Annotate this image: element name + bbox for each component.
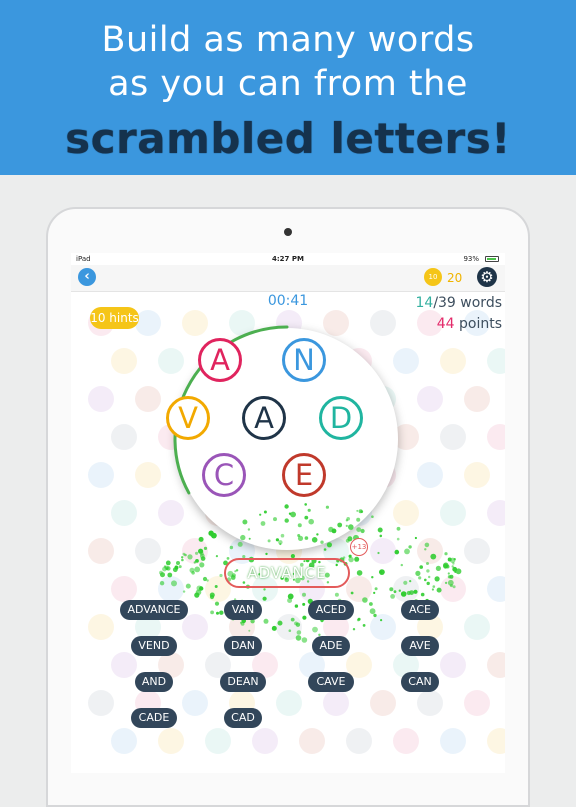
status-time: 4:27 PM [272, 255, 304, 263]
background-dot [111, 424, 137, 450]
battery-icon [485, 256, 499, 262]
background-dot [276, 614, 302, 640]
found-word-banner: ADVANCE [224, 558, 350, 588]
background-dot [464, 690, 490, 716]
words-counter: 14/39 words [415, 295, 502, 311]
background-dot [111, 652, 137, 678]
coin-icon: 10 [424, 268, 442, 286]
background-dot [182, 690, 208, 716]
found-word-chip[interactable]: AND [135, 672, 173, 692]
background-dot [417, 538, 443, 564]
background-dot [487, 500, 505, 526]
background-dot [299, 728, 325, 754]
background-dot [158, 728, 184, 754]
background-dot [440, 424, 466, 450]
points-value: 44 [436, 316, 455, 332]
words-total: /39 words [433, 295, 502, 311]
found-word-chip[interactable]: DEAN [220, 672, 266, 692]
camera-icon [284, 228, 292, 236]
banner-line-2: as you can from the [108, 64, 468, 104]
game-screen: iPad 4:27 PM 93% ‹ 10 20 ⚙ 00:41 10 hint… [71, 253, 505, 773]
background-dot [487, 576, 505, 602]
found-word-chip[interactable]: AVE [401, 636, 439, 656]
background-dot [487, 424, 505, 450]
found-word-chip[interactable]: CAVE [308, 672, 354, 692]
letter-tile[interactable]: N [282, 338, 326, 382]
background-dot [393, 728, 419, 754]
found-word-chip[interactable]: CAD [224, 708, 262, 728]
background-dot [182, 614, 208, 640]
background-dot [440, 576, 466, 602]
background-dot [205, 728, 231, 754]
settings-button[interactable]: ⚙ [477, 267, 497, 287]
background-dot [464, 614, 490, 640]
background-dot [440, 652, 466, 678]
found-word-chip[interactable]: CADE [131, 708, 177, 728]
background-dot [111, 500, 137, 526]
background-dot [440, 500, 466, 526]
background-dot [323, 690, 349, 716]
letter-tile[interactable]: A [198, 338, 242, 382]
letter-tile[interactable]: D [319, 396, 363, 440]
background-dot [464, 538, 490, 564]
background-dot [440, 348, 466, 374]
chevron-left-icon: ‹ [84, 269, 90, 284]
background-dot [487, 728, 505, 754]
background-dot [111, 348, 137, 374]
found-word-chip[interactable]: ACE [401, 600, 439, 620]
battery-percent: 93% [463, 255, 479, 263]
promo-banner: Build as many words as you can from the … [0, 0, 576, 175]
banner-line-1: Build as many words [101, 20, 475, 60]
background-dot [346, 576, 372, 602]
background-dot [111, 576, 137, 602]
background-dot [487, 348, 505, 374]
background-dot [464, 462, 490, 488]
background-dot [417, 462, 443, 488]
found-word-chip[interactable]: ADVANCE [120, 600, 188, 620]
background-dot [417, 690, 443, 716]
background-dot [88, 462, 114, 488]
found-word-chip[interactable]: ADE [312, 636, 350, 656]
banner-line-3: scrambled letters! [65, 114, 511, 163]
background-dot [252, 728, 278, 754]
words-found: 14 [415, 295, 434, 311]
hints-button[interactable]: 10 hints [90, 307, 139, 329]
status-bar: iPad 4:27 PM 93% [71, 253, 505, 265]
background-dot [276, 690, 302, 716]
background-dot [370, 690, 396, 716]
background-dot [158, 576, 184, 602]
background-dot [88, 386, 114, 412]
found-word-chip[interactable]: VEND [131, 636, 177, 656]
background-dot [135, 310, 161, 336]
background-dot [393, 576, 419, 602]
found-word-chip[interactable]: ACED [308, 600, 354, 620]
top-toolbar: ‹ 10 20 ⚙ [71, 265, 505, 292]
letter-tile[interactable]: C [202, 453, 246, 497]
back-button[interactable]: ‹ [78, 268, 96, 286]
background-dot [88, 538, 114, 564]
points-label: points [454, 316, 502, 332]
found-word-chip[interactable]: VAN [224, 600, 262, 620]
found-word-chip[interactable]: CAN [401, 672, 439, 692]
background-dot [417, 386, 443, 412]
background-dot [487, 652, 505, 678]
background-dot [464, 386, 490, 412]
background-dot [111, 728, 137, 754]
score-badge: +13 [350, 538, 368, 556]
background-dot [88, 614, 114, 640]
background-dot [135, 538, 161, 564]
background-dot [135, 386, 161, 412]
coin-count: 20 [447, 271, 463, 285]
letter-tile[interactable]: E [282, 453, 326, 497]
background-dot [370, 614, 396, 640]
background-dot [440, 728, 466, 754]
background-dot [135, 462, 161, 488]
letter-tile[interactable]: V [166, 396, 210, 440]
points-counter: 44 points [437, 316, 502, 332]
background-dot [346, 728, 372, 754]
gear-icon: ⚙ [480, 268, 494, 286]
background-dot [88, 690, 114, 716]
found-word-chip[interactable]: DAN [224, 636, 262, 656]
letter-tile[interactable]: A [242, 396, 286, 440]
